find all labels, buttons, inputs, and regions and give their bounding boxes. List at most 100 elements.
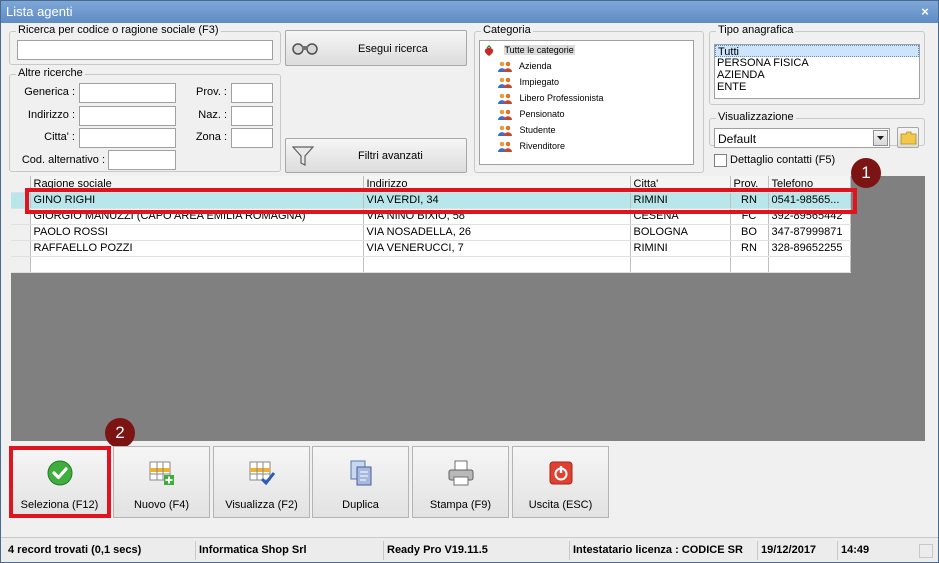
category-item-label: Rivenditore xyxy=(519,141,566,151)
search-button-label: Esegui ricerca xyxy=(358,43,428,55)
cell-ragione-sociale: GIORGIO MANUZZI (CAPO AREA EMILIA ROMAGN… xyxy=(30,208,364,225)
stampa-button[interactable]: Stampa (F9) xyxy=(412,446,509,518)
people-icon xyxy=(498,77,512,88)
row-selector[interactable] xyxy=(11,240,31,257)
table-row[interactable]: GINO RIGHI VIA VERDI, 34 RIMINI RN 0541-… xyxy=(11,192,851,209)
advanced-filters-button[interactable]: Filtri avanzati xyxy=(285,138,467,173)
cell-prov: FC xyxy=(730,208,769,225)
column-header-citta[interactable]: Citta' xyxy=(630,176,731,193)
printer-icon xyxy=(448,460,474,486)
indirizzo-label: Indirizzo : xyxy=(27,109,75,121)
citta-field[interactable] xyxy=(79,128,176,148)
folder-button[interactable] xyxy=(897,127,919,148)
tipo-option-ente[interactable]: ENTE xyxy=(715,81,919,93)
status-records: 4 record trovati (0,1 secs) xyxy=(8,544,142,556)
annotation-badge-2: 2 xyxy=(105,418,135,448)
zona-field[interactable] xyxy=(231,128,273,148)
category-tree[interactable]: Tutte le categorie Azienda Impiegato Lib… xyxy=(479,40,694,165)
tipo-option-tutti[interactable]: Tutti xyxy=(715,45,919,58)
search-input[interactable] xyxy=(17,40,273,60)
cell-telefono: 347-87999871 xyxy=(768,224,851,241)
tipo-option-persona-fisica[interactable]: PERSONA FISICA xyxy=(715,57,919,69)
people-icon xyxy=(498,141,512,152)
visualizza-button[interactable]: Visualizza (F2) xyxy=(213,446,310,518)
tipo-option-azienda[interactable]: AZIENDA xyxy=(715,69,919,81)
nuovo-button[interactable]: Nuovo (F4) xyxy=(113,446,210,518)
table-row[interactable]: PAOLO ROSSI VIA NOSADELLA, 26 BOLOGNA BO… xyxy=(11,224,851,241)
column-header-telefono[interactable]: Telefono xyxy=(768,176,851,193)
column-header-ragione-sociale[interactable]: Ragione sociale xyxy=(30,176,364,193)
title-bar[interactable]: Lista agenti xyxy=(1,1,938,23)
people-icon xyxy=(498,109,512,120)
dettaglio-contatti-checkbox[interactable] xyxy=(714,154,727,167)
cod-alternativo-field[interactable] xyxy=(108,150,176,170)
main-window: Lista agenti × Ricerca per codice o ragi… xyxy=(0,0,939,563)
power-icon xyxy=(549,461,573,485)
category-root[interactable]: Tutte le categorie xyxy=(482,43,575,57)
cell-indirizzo: VIA VERDI, 34 xyxy=(363,192,631,209)
close-icon[interactable]: × xyxy=(918,5,932,19)
cell-indirizzo: VIA VENERUCCI, 7 xyxy=(363,240,631,257)
generica-field[interactable] xyxy=(79,83,176,103)
cell-citta: RIMINI xyxy=(630,240,731,257)
uscita-label: Uscita (ESC) xyxy=(528,499,593,511)
seleziona-button[interactable]: Seleziona (F12) xyxy=(11,446,108,518)
table-row-new[interactable] xyxy=(11,256,851,273)
column-header-prov[interactable]: Prov. xyxy=(730,176,769,193)
filter-funnel-icon xyxy=(292,146,314,166)
strawberry-icon xyxy=(484,44,494,56)
cell-prov[interactable] xyxy=(730,256,769,273)
cell-indirizzo: VIA NINO BIXIO, 58 xyxy=(363,208,631,225)
advanced-filters-label: Filtri avanzati xyxy=(358,150,423,162)
naz-label: Naz. : xyxy=(198,109,227,121)
cell-citta[interactable] xyxy=(630,256,731,273)
naz-field[interactable] xyxy=(231,106,273,126)
category-item-azienda[interactable]: Azienda xyxy=(498,59,552,73)
row-selector[interactable] xyxy=(11,224,31,241)
cell-ragione-sociale[interactable] xyxy=(30,256,364,273)
duplica-button[interactable]: Duplica xyxy=(312,446,409,518)
search-legend: Ricerca per codice o ragione sociale (F3… xyxy=(16,24,221,36)
table-header: Ragione sociale Indirizzo Citta' Prov. T… xyxy=(11,176,851,193)
category-item-pensionato[interactable]: Pensionato xyxy=(498,107,565,121)
search-button[interactable]: Esegui ricerca xyxy=(285,30,467,66)
prov-field[interactable] xyxy=(231,83,273,103)
uscita-button[interactable]: Uscita (ESC) xyxy=(512,446,609,518)
dettaglio-contatti-label: Dettaglio contatti (F5) xyxy=(730,154,836,166)
indirizzo-field[interactable] xyxy=(79,106,176,126)
category-item-rivenditore[interactable]: Rivenditore xyxy=(498,139,565,153)
prov-label: Prov. : xyxy=(196,86,227,98)
category-item-libero-professionista[interactable]: Libero Professionista xyxy=(498,91,604,105)
status-bar: 4 record trovati (0,1 secs) Informatica … xyxy=(1,537,938,562)
tipo-anagrafica-list[interactable]: Tutti PERSONA FISICA AZIENDA ENTE xyxy=(714,44,920,99)
chevron-down-icon[interactable] xyxy=(873,130,888,146)
resize-grip-icon[interactable] xyxy=(919,544,933,558)
row-header-corner xyxy=(11,176,31,193)
zona-label: Zona : xyxy=(195,131,227,143)
row-selector[interactable] xyxy=(11,208,31,225)
cell-indirizzo[interactable] xyxy=(363,256,631,273)
cell-telefono[interactable] xyxy=(768,256,851,273)
visualizzazione-select[interactable]: Default xyxy=(714,128,890,148)
row-selector[interactable] xyxy=(11,256,31,273)
cell-prov: BO xyxy=(730,224,769,241)
visualizza-label: Visualizza (F2) xyxy=(225,499,298,511)
table-row[interactable]: GIORGIO MANUZZI (CAPO AREA EMILIA ROMAGN… xyxy=(11,208,851,225)
view-grid-icon xyxy=(249,461,276,486)
results-table: Ragione sociale Indirizzo Citta' Prov. T… xyxy=(11,176,851,273)
cell-indirizzo: VIA NOSADELLA, 26 xyxy=(363,224,631,241)
folder-icon xyxy=(900,131,917,145)
category-item-impiegato[interactable]: Impiegato xyxy=(498,75,559,89)
new-grid-icon xyxy=(149,461,174,485)
row-selector[interactable] xyxy=(11,192,31,209)
category-item-label: Studente xyxy=(519,125,556,135)
cell-citta: BOLOGNA xyxy=(630,224,731,241)
column-header-indirizzo[interactable]: Indirizzo xyxy=(363,176,631,193)
cell-telefono: 392-89565442 xyxy=(768,208,851,225)
citta-label: Citta' : xyxy=(44,131,75,143)
table-row[interactable]: RAFFAELLO POZZI VIA VENERUCCI, 7 RIMINI … xyxy=(11,240,851,257)
category-legend: Categoria xyxy=(481,24,533,36)
category-item-studente[interactable]: Studente xyxy=(498,123,556,137)
status-date: 19/12/2017 xyxy=(757,541,835,560)
checkmark-icon xyxy=(47,460,73,486)
